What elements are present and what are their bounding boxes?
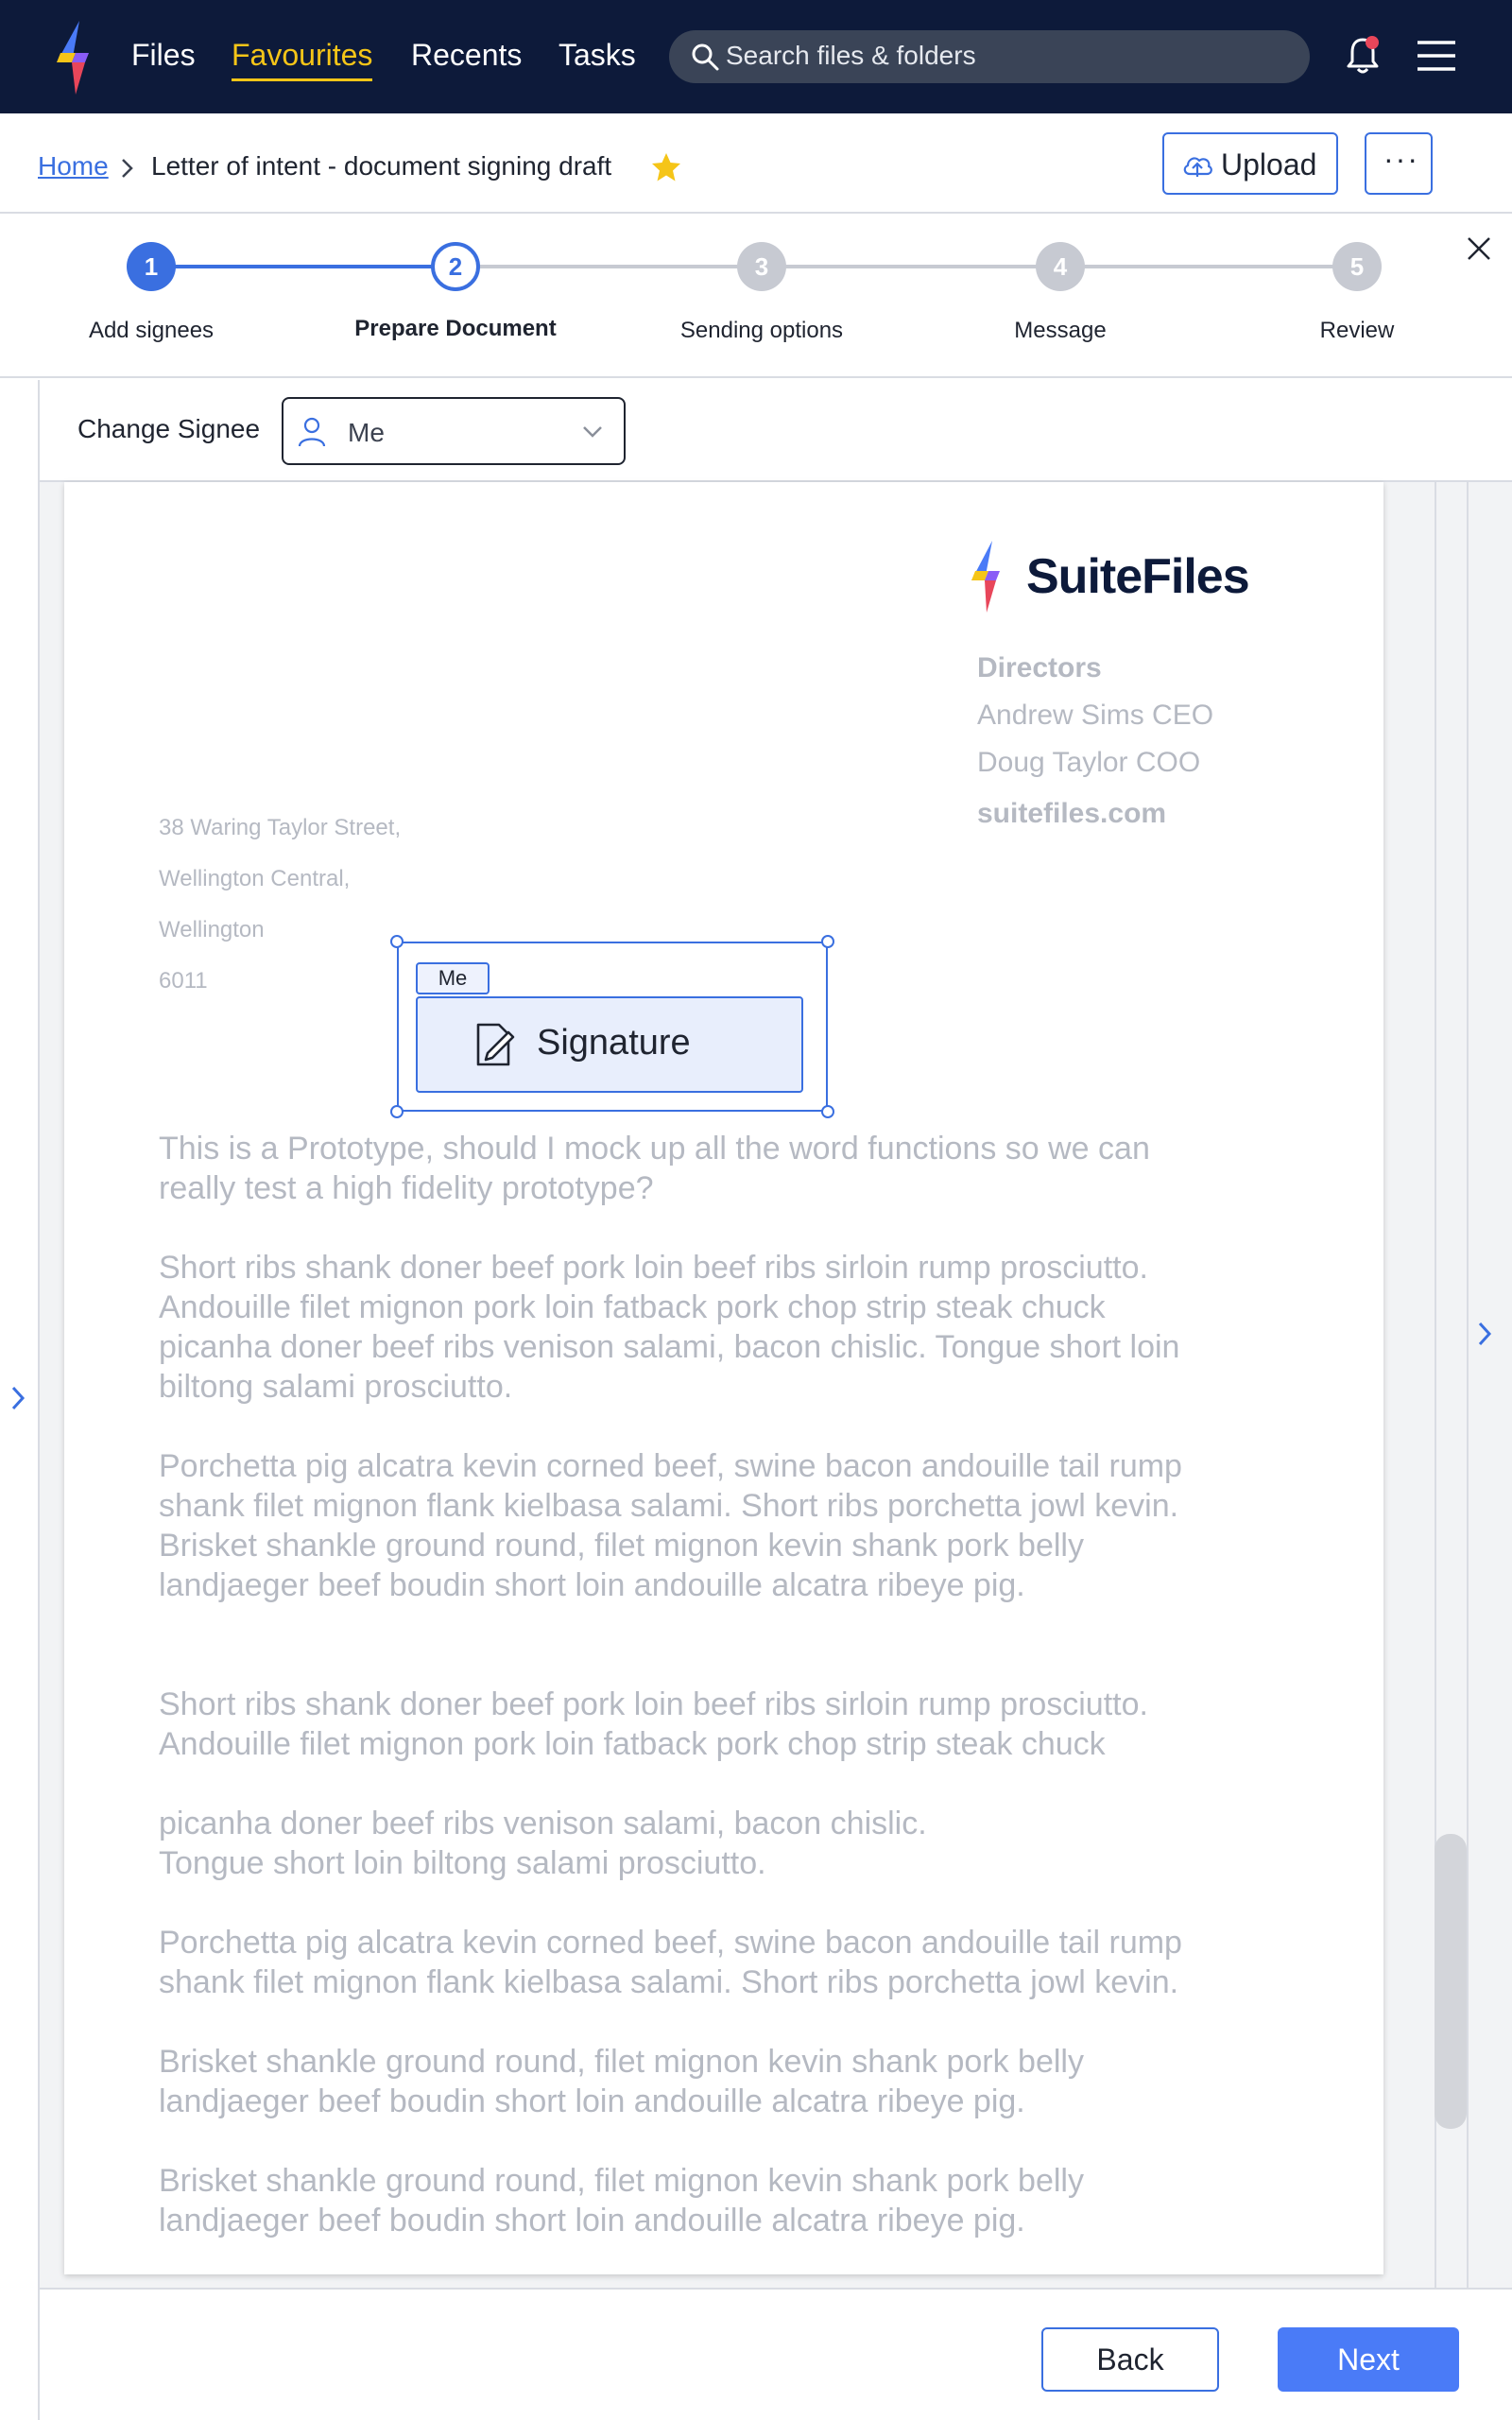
scrollbar-thumb[interactable] — [1435, 1834, 1467, 2129]
breadcrumb-home-link[interactable]: Home — [38, 151, 109, 182]
director-line: Doug Taylor COO — [977, 747, 1201, 778]
nav-favourites[interactable]: Favourites — [232, 36, 373, 81]
change-signee-bar: Change Signee Me — [38, 380, 1512, 482]
signee-value: Me — [348, 418, 385, 447]
document-page: SuiteFiles Directors Andrew Sims CEO Dou… — [64, 482, 1383, 2274]
nav-files[interactable]: Files — [131, 36, 196, 76]
close-icon[interactable] — [1465, 234, 1493, 263]
search-input[interactable]: Search files & folders — [669, 30, 1310, 83]
expand-left-panel-chevron-icon[interactable] — [9, 1384, 26, 1412]
nav-tasks[interactable]: Tasks — [558, 36, 636, 76]
directors-heading: Directors — [977, 652, 1102, 683]
nav-recents[interactable]: Recents — [411, 36, 522, 76]
step-connector — [760, 265, 1060, 268]
address-line: 38 Waring Taylor Street, — [159, 815, 402, 840]
website-text: suitefiles.com — [977, 798, 1167, 829]
signee-select[interactable]: Me — [282, 397, 626, 465]
body-paragraph: Short ribs shank doner beef pork loin be… — [159, 1686, 1148, 1762]
more-icon: ··· — [1383, 142, 1419, 176]
address-line: 6011 — [159, 968, 208, 994]
notification-bell-icon[interactable] — [1344, 34, 1382, 76]
expand-right-panel-chevron-icon[interactable] — [1476, 1320, 1493, 1348]
body-paragraph: Short ribs shank doner beef pork loin be… — [159, 1250, 1180, 1405]
body-paragraph: Porchetta pig alcatra kevin corned beef,… — [159, 1925, 1182, 2000]
breadcrumb: Home Letter of intent - document signing… — [0, 113, 1512, 214]
upload-button[interactable]: Upload — [1162, 132, 1338, 195]
more-options-button[interactable]: ··· — [1365, 132, 1433, 195]
step-5-indicator: 5 — [1332, 242, 1382, 291]
resize-handle[interactable] — [390, 1105, 404, 1118]
body-paragraph: Brisket shankle ground round, filet mign… — [159, 2163, 1084, 2238]
body-paragraph: Porchetta pig alcatra kevin corned beef,… — [159, 1448, 1182, 1603]
step-1-indicator[interactable]: 1 — [127, 242, 176, 291]
search-icon — [692, 43, 719, 71]
body-paragraph: This is a Prototype, should I mock up al… — [159, 1131, 1150, 1206]
document-viewport[interactable]: SuiteFiles Directors Andrew Sims CEO Dou… — [38, 482, 1512, 2288]
step-connector — [455, 265, 760, 268]
menu-icon[interactable] — [1416, 38, 1457, 74]
signature-field-selection[interactable]: Me Signature — [390, 935, 834, 1118]
change-signee-label: Change Signee — [77, 414, 261, 443]
step-connector — [1060, 265, 1357, 268]
step-4-indicator: 4 — [1036, 242, 1085, 291]
chevron-down-icon — [583, 426, 602, 438]
back-button[interactable]: Back — [1041, 2327, 1219, 2392]
search-placeholder: Search files & folders — [726, 41, 976, 70]
address-line: Wellington — [159, 917, 265, 942]
step-2-label: Prepare Document — [354, 316, 557, 341]
wizard-footer: Back Next — [38, 2288, 1512, 2420]
resize-handle[interactable] — [821, 1105, 834, 1118]
sign-document-icon — [476, 1023, 515, 1066]
resize-handle[interactable] — [390, 935, 404, 948]
step-1-label: Add signees — [88, 318, 215, 343]
suitefiles-brand-logo-icon — [971, 541, 1000, 613]
document-title: Letter of intent - document signing draf… — [151, 151, 612, 181]
director-line: Andrew Sims CEO — [977, 700, 1214, 731]
suitefiles-logo-icon[interactable] — [51, 21, 100, 95]
step-3-indicator: 3 — [737, 242, 786, 291]
signing-stepper: 1 2 3 4 5 Add signees Prepare Document S… — [0, 216, 1512, 378]
chevron-right-icon — [122, 159, 133, 178]
notification-badge — [1366, 36, 1379, 49]
cloud-upload-icon — [1183, 157, 1212, 177]
body-paragraph: Brisket shankle ground round, filet mign… — [159, 2044, 1084, 2119]
step-4-label: Message — [1014, 318, 1107, 343]
signature-field[interactable]: Signature — [416, 996, 803, 1093]
next-button[interactable]: Next — [1278, 2327, 1459, 2392]
resize-handle[interactable] — [821, 935, 834, 948]
step-5-label: Review — [1319, 318, 1395, 343]
person-icon — [298, 417, 326, 447]
signature-label: Signature — [537, 1023, 691, 1063]
address-line: Wellington Central, — [159, 866, 351, 891]
step-2-indicator[interactable]: 2 — [431, 242, 480, 291]
step-connector — [151, 265, 455, 268]
upload-label: Upload — [1221, 147, 1317, 182]
signature-assignee-tag: Me — [416, 962, 490, 994]
step-3-label: Sending options — [679, 318, 844, 343]
favourite-star-icon[interactable] — [650, 151, 682, 183]
brand-name: SuiteFiles — [1026, 549, 1250, 604]
top-navigation-bar: Files Favourites Recents Tasks Search fi… — [0, 0, 1512, 113]
body-paragraph: picanha doner beef ribs venison salami, … — [159, 1806, 927, 1881]
